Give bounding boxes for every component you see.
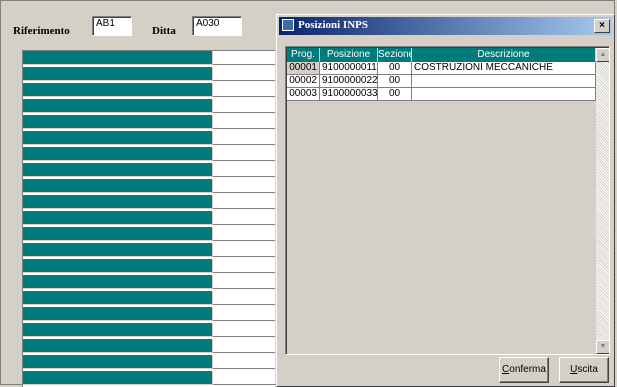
background-grid-row <box>23 323 275 337</box>
background-cell <box>23 355 213 369</box>
column-header-sezione[interactable]: Sezione <box>378 48 414 62</box>
background-grid-row <box>23 67 275 81</box>
background-cell <box>213 115 275 129</box>
background-cell <box>213 307 275 321</box>
window-icon <box>282 19 294 31</box>
background-cell <box>213 131 275 145</box>
background-cell <box>213 163 275 177</box>
positions-grid[interactable]: Prog. Posizione Sezione Descrizione 0000… <box>285 46 610 355</box>
background-cell <box>23 195 213 209</box>
conferma-button[interactable]: Conferma <box>499 357 549 383</box>
column-header-posizione[interactable]: Posizione <box>320 48 378 62</box>
ditta-field[interactable]: A030 <box>192 16 242 36</box>
background-grid-row <box>23 195 275 209</box>
background-cell <box>213 179 275 193</box>
background-cell <box>213 339 275 353</box>
background-cell <box>23 259 213 273</box>
cell-descrizione[interactable]: COSTRUZIONI MECCANICHE <box>412 62 596 75</box>
cell-prog[interactable]: 00003 <box>287 88 320 101</box>
background-grid-row <box>23 51 275 65</box>
background-cell <box>213 355 275 369</box>
background-grid <box>22 50 275 387</box>
background-cell <box>23 99 213 113</box>
scroll-down-icon[interactable]: ▼ <box>596 340 609 354</box>
background-cell <box>23 371 213 385</box>
riferimento-label: Riferimento <box>13 25 70 37</box>
background-cell <box>23 67 213 81</box>
background-cell <box>23 147 213 161</box>
background-cell <box>213 259 275 273</box>
dialog-titlebar[interactable]: Posizioni INPS × <box>279 17 612 35</box>
background-grid-row <box>23 227 275 241</box>
background-grid-row <box>23 339 275 353</box>
close-button[interactable]: × <box>594 19 610 33</box>
background-cell <box>213 211 275 225</box>
cell-descrizione[interactable] <box>412 75 596 88</box>
background-cell <box>23 131 213 145</box>
background-grid-row <box>23 83 275 97</box>
background-cell <box>23 323 213 337</box>
dialog-title: Posizioni INPS <box>298 19 368 31</box>
uscita-label: scita <box>577 364 598 375</box>
cell-prog[interactable]: 00001 <box>287 62 320 75</box>
ditta-label: Ditta <box>152 25 176 37</box>
riferimento-field[interactable]: AB1 <box>92 16 132 36</box>
cell-posizione[interactable]: 9100000011 <box>320 62 378 75</box>
uscita-button[interactable]: Uscita <box>559 357 609 383</box>
background-grid-row <box>23 243 275 257</box>
posizioni-inps-dialog: Posizioni INPS × Prog. Posizione Sezione… <box>276 14 615 387</box>
cell-sezione[interactable]: 00 <box>378 88 412 101</box>
background-grid-row <box>23 147 275 161</box>
scroll-up-icon[interactable]: ▲ <box>596 48 609 62</box>
background-cell <box>23 243 213 257</box>
background-cell <box>213 275 275 289</box>
background-cell <box>23 307 213 321</box>
background-grid-row <box>23 99 275 113</box>
background-cell <box>23 163 213 177</box>
background-cell <box>213 83 275 97</box>
background-cell <box>213 195 275 209</box>
background-cell <box>23 227 213 241</box>
conferma-label: onferma <box>509 364 546 375</box>
column-header-prog[interactable]: Prog. <box>287 48 320 62</box>
background-grid-row <box>23 131 275 145</box>
background-cell <box>213 99 275 113</box>
background-cell <box>213 147 275 161</box>
background-grid-row <box>23 275 275 289</box>
background-cell <box>213 371 275 385</box>
background-grid-row <box>23 115 275 129</box>
background-cell <box>23 291 213 305</box>
background-cell <box>213 243 275 257</box>
background-grid-row <box>23 179 275 193</box>
background-cell <box>23 115 213 129</box>
cell-descrizione[interactable] <box>412 88 596 101</box>
cell-sezione[interactable]: 00 <box>378 62 412 75</box>
background-grid-row <box>23 307 275 321</box>
background-cell <box>213 51 275 65</box>
background-cell <box>23 275 213 289</box>
cell-posizione[interactable]: 9100000022 <box>320 75 378 88</box>
background-cell <box>213 323 275 337</box>
background-grid-row <box>23 259 275 273</box>
background-cell <box>23 83 213 97</box>
background-cell <box>213 227 275 241</box>
vertical-scrollbar[interactable]: ▲ ▼ <box>596 48 609 354</box>
background-cell <box>23 179 213 193</box>
cell-prog[interactable]: 00002 <box>287 75 320 88</box>
background-grid-row <box>23 163 275 177</box>
column-header-descrizione[interactable]: Descrizione <box>412 48 596 62</box>
background-cell <box>23 211 213 225</box>
cell-posizione[interactable]: 9100000033 <box>320 88 378 101</box>
background-cell <box>213 291 275 305</box>
background-cell <box>23 339 213 353</box>
background-grid-row <box>23 371 275 385</box>
background-grid-row <box>23 211 275 225</box>
cell-sezione[interactable]: 00 <box>378 75 412 88</box>
background-grid-row <box>23 291 275 305</box>
background-cell <box>23 51 213 65</box>
background-cell <box>213 67 275 81</box>
background-grid-row <box>23 355 275 369</box>
